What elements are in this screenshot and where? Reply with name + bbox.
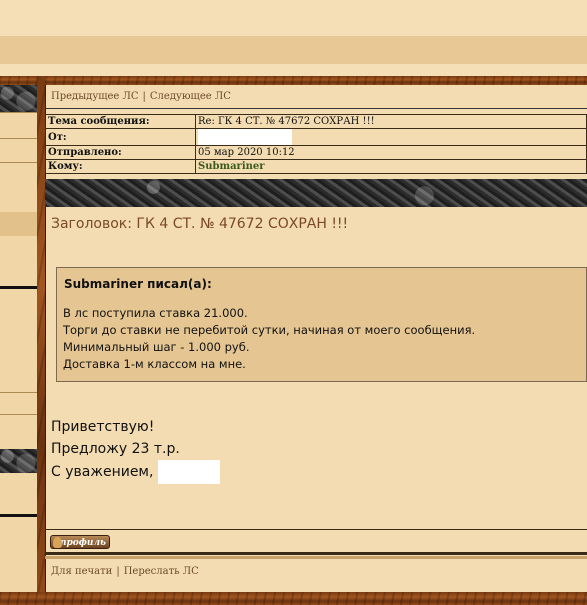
top-band bbox=[0, 0, 587, 36]
quote-line: Доставка 1-м классом на мне. bbox=[63, 357, 246, 371]
recipient-link[interactable]: Submariner bbox=[198, 161, 265, 172]
header-value bbox=[195, 128, 587, 146]
message-line: Приветствую! bbox=[51, 419, 155, 435]
next-pm-link[interactable]: Следующее ЛС bbox=[150, 91, 231, 102]
wood-frame-top bbox=[0, 76, 587, 85]
quote-line: Минимальный шаг - 1.000 руб. bbox=[63, 340, 250, 354]
quote-line: Торги до ставки не перебитой сутки, начи… bbox=[63, 323, 476, 337]
left-row bbox=[0, 162, 37, 187]
left-divider bbox=[0, 286, 37, 289]
signature-text: С уважением, bbox=[51, 464, 154, 480]
print-link[interactable]: Для печати bbox=[51, 566, 112, 577]
quote-author: Submariner писал(а): bbox=[64, 277, 212, 291]
left-row bbox=[0, 392, 37, 415]
header-row-subject: Тема сообщения: Re: ГК 4 СТ. № 47672 СОХ… bbox=[45, 114, 587, 129]
wood-frame-bottom bbox=[0, 592, 587, 605]
forward-pm-link[interactable]: Переслать ЛС bbox=[124, 566, 199, 577]
pm-navigation: Предыдущее ЛС | Следующее ЛС bbox=[45, 85, 587, 109]
left-marble-bottom bbox=[0, 449, 37, 473]
prev-pm-link[interactable]: Предыдущее ЛС bbox=[51, 91, 139, 102]
message-line: С уважением, bbox=[51, 460, 220, 484]
user-icon bbox=[53, 537, 62, 548]
left-divider bbox=[0, 514, 37, 517]
wood-frame-left bbox=[37, 76, 45, 603]
header-value: Submariner bbox=[195, 159, 587, 174]
quote-line: В лс поступила ставка 21.000. bbox=[63, 306, 248, 320]
left-marble-top bbox=[0, 85, 37, 112]
header-key: Тема сообщения: bbox=[45, 114, 196, 129]
left-row bbox=[0, 138, 37, 163]
top-band-light bbox=[0, 64, 587, 76]
footer-separator: | bbox=[116, 566, 120, 577]
header-key: Отправлено: bbox=[45, 145, 196, 160]
redacted-sender bbox=[198, 129, 292, 145]
divider bbox=[45, 529, 587, 530]
redacted-signature bbox=[157, 460, 220, 484]
header-value: 05 мар 2020 10:12 bbox=[195, 145, 587, 160]
quote-body: В лс поступила ставка 21.000. Торги до с… bbox=[63, 305, 475, 373]
message-subject: Заголовок: ГК 4 СТ. № 47672 СОХРАН !!! bbox=[51, 216, 349, 232]
footer-links: Для печати | Переслать ЛС bbox=[51, 566, 199, 577]
message-body: Приветствую! Предложу 23 т.р. С уважение… bbox=[51, 416, 220, 484]
header-key: От: bbox=[45, 128, 196, 146]
profile-button[interactable]: профиль bbox=[50, 535, 110, 549]
header-row-to: Кому: Submariner bbox=[45, 159, 587, 174]
nav-separator: | bbox=[142, 91, 146, 102]
message-line: Предложу 23 т.р. bbox=[51, 441, 180, 457]
header-row-from: От: bbox=[45, 128, 587, 146]
top-band-dark bbox=[0, 36, 587, 64]
header-value: Re: ГК 4 СТ. № 47672 СОХРАН !!! bbox=[195, 114, 587, 129]
left-row bbox=[0, 414, 37, 441]
quote-block: Submariner писал(а): В лс поступила став… bbox=[56, 267, 587, 382]
profile-button-label: профиль bbox=[59, 538, 106, 548]
header-row-sent: Отправлено: 05 мар 2020 10:12 bbox=[45, 145, 587, 160]
divider bbox=[45, 552, 587, 555]
left-row-dark bbox=[0, 212, 37, 236]
divider bbox=[45, 556, 587, 559]
header-key: Кому: bbox=[45, 159, 196, 174]
left-row bbox=[0, 112, 37, 139]
message-header-table: Тема сообщения: Re: ГК 4 СТ. № 47672 СОХ… bbox=[45, 114, 587, 174]
marble-divider bbox=[45, 179, 587, 207]
